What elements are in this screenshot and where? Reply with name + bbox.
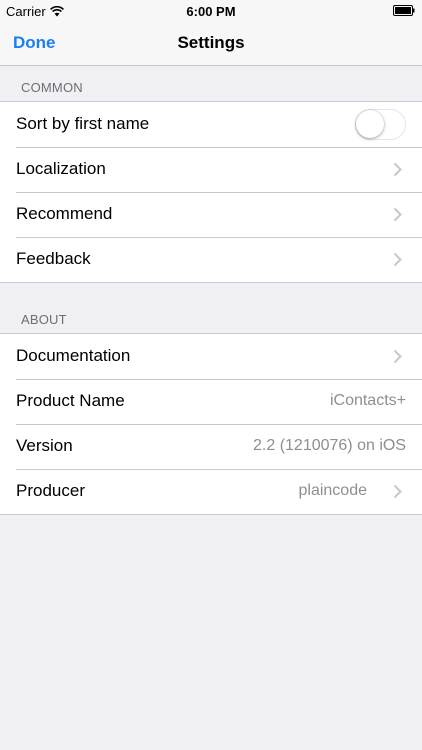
status-time: 6:00 PM [186,4,236,19]
row-label: Product Name [16,391,125,410]
common-group: Sort by first name Localization Recommen… [0,101,422,283]
product-name-value: iContacts+ [329,392,406,409]
row-label: Recommend [16,204,113,223]
chevron-right-icon [393,162,402,177]
localization-row[interactable]: Localization [0,147,422,192]
row-label: Version [16,436,73,455]
row-label: Producer [16,481,85,500]
version-value: 2.2 (1210076) on iOS [253,437,406,454]
toggle-knob [356,110,384,138]
status-bar: Carrier 6:00 PM [0,0,422,22]
navigation-bar: Done Settings [0,22,422,66]
chevron-right-icon [393,349,402,364]
sort-by-first-name-row[interactable]: Sort by first name [0,102,422,147]
about-group: Documentation Product Name iContacts+ Ve… [0,333,422,515]
row-label: Documentation [16,346,131,365]
row-label: Sort by first name [16,114,150,133]
producer-row[interactable]: Producer plaincode [0,469,422,514]
row-label: Localization [16,159,106,178]
feedback-row[interactable]: Feedback [0,237,422,282]
battery-icon [393,5,415,16]
recommend-row[interactable]: Recommend [0,192,422,237]
sort-by-first-name-toggle[interactable] [355,109,406,140]
chevron-right-icon [393,484,402,499]
version-row: Version 2.2 (1210076) on iOS [0,424,422,469]
chevron-right-icon [393,207,402,222]
page-title: Settings [177,33,245,52]
producer-value: plaincode [298,482,368,499]
documentation-row[interactable]: Documentation [0,334,422,379]
product-name-row: Product Name iContacts+ [0,379,422,424]
chevron-right-icon [393,252,402,267]
section-header-about: ABOUT [21,312,67,327]
row-label: Feedback [16,249,91,268]
section-header-common: COMMON [21,80,83,95]
